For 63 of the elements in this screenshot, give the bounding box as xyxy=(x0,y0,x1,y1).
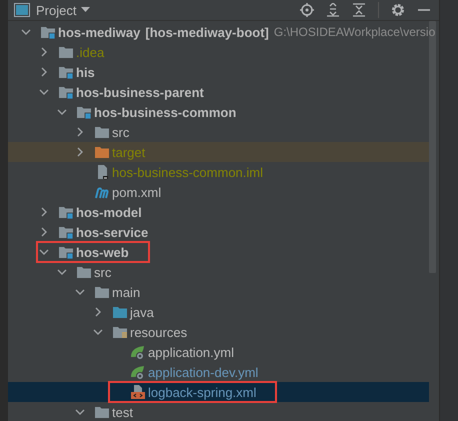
tree-row[interactable]: application-dev.yml xyxy=(8,362,429,382)
tree-row[interactable]: his xyxy=(8,62,429,82)
tree-row[interactable]: src xyxy=(8,122,429,142)
folder-icon xyxy=(94,144,110,160)
item-name: resources xyxy=(130,324,188,340)
module-folder-icon xyxy=(58,84,74,100)
item-name: src xyxy=(94,264,112,280)
tree-row[interactable]: logback-spring.xml xyxy=(8,382,429,402)
folder-icon xyxy=(58,44,74,60)
crosshair-icon[interactable] xyxy=(300,3,314,17)
item-name: pom.xml xyxy=(112,184,162,200)
item-name: his xyxy=(76,64,95,80)
project-window-icon[interactable] xyxy=(14,3,30,17)
resources-folder-icon xyxy=(112,324,128,340)
tree-row[interactable]: src xyxy=(8,262,429,282)
folder-icon xyxy=(94,284,110,300)
item-name: target xyxy=(112,144,146,160)
item-name: logback-spring.xml xyxy=(148,384,256,400)
module-name: [hos-mediway-boot] xyxy=(145,24,269,40)
tree-row[interactable]: java xyxy=(8,302,429,322)
panel-title[interactable]: Project xyxy=(36,2,76,18)
module-folder-icon xyxy=(40,24,56,40)
module-folder-icon xyxy=(58,64,74,80)
project-path: G:\HOSIDEAWorkplace\versio xyxy=(274,25,436,39)
item-name: hos-service xyxy=(76,224,148,240)
item-name: hos-business-common xyxy=(94,104,236,120)
tree-row[interactable]: hos-model xyxy=(8,202,429,222)
folder-icon xyxy=(94,124,110,140)
tree-row[interactable]: application.yml xyxy=(8,342,429,362)
tree-row[interactable]: hos-business-common xyxy=(8,102,429,122)
item-name: .idea xyxy=(76,44,104,60)
tree-row[interactable]: resources xyxy=(8,322,429,342)
folder-icon xyxy=(112,304,128,320)
item-name: test xyxy=(112,404,133,420)
xml-file-icon xyxy=(130,384,146,400)
item-name: main xyxy=(112,284,140,300)
caret-icon[interactable] xyxy=(81,7,90,13)
tree-row[interactable]: pom.xml xyxy=(8,182,429,202)
collapse-all-icon[interactable] xyxy=(352,3,366,17)
module-folder-icon xyxy=(58,204,74,220)
item-name: hos-model xyxy=(76,204,142,220)
item-name: hos-mediway xyxy=(58,24,140,40)
item-name: hos-web xyxy=(76,244,129,260)
tree-row[interactable]: hos-service xyxy=(8,222,429,242)
item-name: application.yml xyxy=(148,344,234,360)
item-name: java xyxy=(130,304,154,320)
item-name: application-dev.yml xyxy=(148,364,258,380)
tree-row[interactable]: test xyxy=(8,402,429,421)
module-folder-icon xyxy=(58,224,74,240)
item-name: src xyxy=(112,124,130,140)
spring-leaf-icon xyxy=(130,344,146,360)
folder-icon xyxy=(76,264,92,280)
module-folder-icon xyxy=(58,244,74,260)
item-name: hos-business-parent xyxy=(76,84,204,100)
tree-row[interactable]: hos-business-parent xyxy=(8,82,429,102)
tree-row[interactable]: main xyxy=(8,282,429,302)
spring-leaf-icon xyxy=(130,364,146,380)
folder-icon xyxy=(94,404,110,420)
settings-icon[interactable] xyxy=(391,3,405,17)
expand-all-icon[interactable] xyxy=(326,3,340,17)
tree-row[interactable]: hos-web xyxy=(8,242,429,262)
module-folder-icon xyxy=(76,104,92,120)
item-name: hos-business-common.iml xyxy=(112,164,263,180)
